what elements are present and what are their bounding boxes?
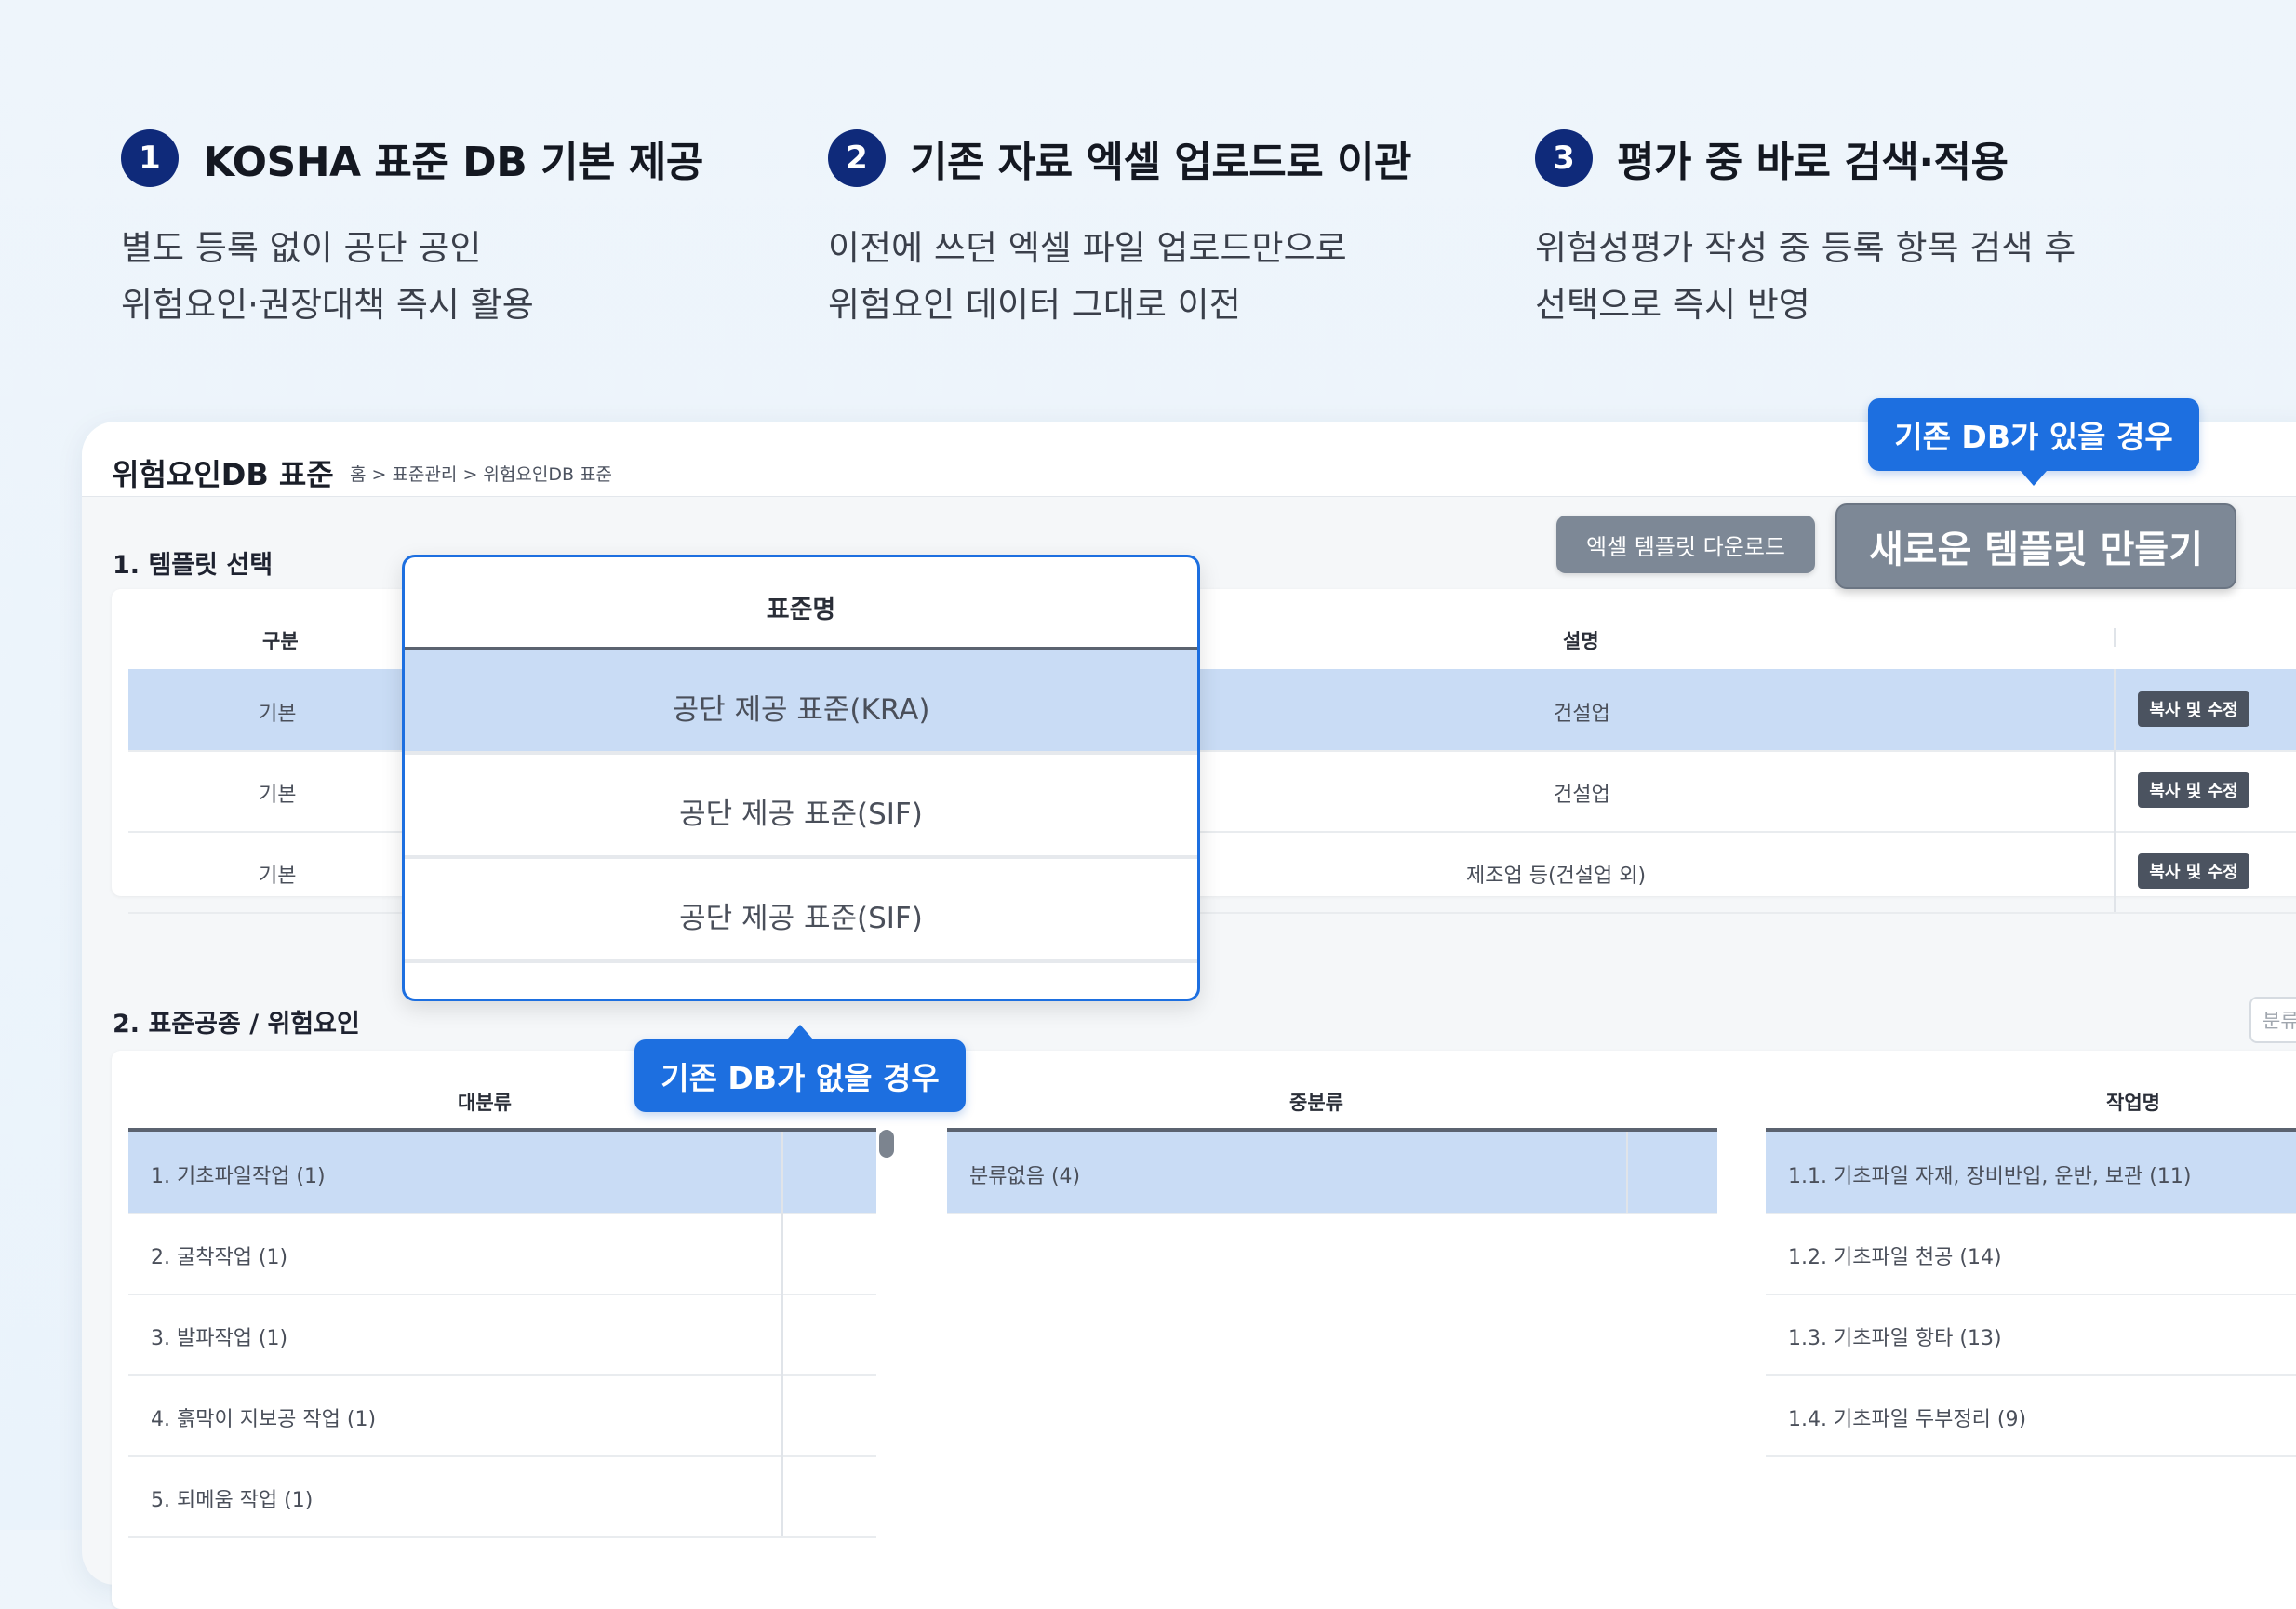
header-major: 대분류 — [458, 1092, 512, 1114]
task-item-label: 1.1. 기초파일 자재, 장비반입, 운반, 보관 (11) — [1788, 1165, 2192, 1188]
new-template-button[interactable]: 새로운 템플릿 만들기 — [1835, 503, 2236, 589]
major-item[interactable]: 1. 기초파일작업 (1) — [128, 1132, 876, 1214]
breadcrumb: 홈 > 표준관리 > 위험요인DB 표준 — [350, 464, 612, 485]
major-item[interactable]: 5. 되메움 작업 (1) — [128, 1455, 876, 1538]
popup-item[interactable]: 공단 제공 표준(KRA) — [405, 650, 1197, 755]
feature-title-3: 평가 중 바로 검색·적용 — [1617, 139, 2009, 186]
filter-input[interactable]: 분류 — [2249, 997, 2296, 1043]
task-item-label: 1.3. 기초파일 항타 (13) — [1788, 1327, 2002, 1350]
middle-item-label: 분류없음 (4) — [969, 1165, 1081, 1188]
template-section-title: 1. 템플릿 선택 — [113, 551, 274, 580]
column-divider — [781, 1374, 783, 1455]
popup-item[interactable]: 공단 제공 표준(SIF) — [405, 859, 1197, 963]
task-item-label: 1.2. 기초파일 천공 (14) — [1788, 1246, 2002, 1269]
task-item[interactable]: 1.4. 기초파일 두부정리 (9) — [1766, 1374, 2296, 1457]
major-item[interactable]: 4. 흙막이 지보공 작업 (1) — [128, 1374, 876, 1457]
copy-edit-button[interactable]: 복사 및 수정 — [2138, 853, 2249, 889]
column-divider — [781, 1294, 783, 1374]
major-item[interactable]: 2. 굴착작업 (1) — [128, 1213, 876, 1295]
feature-1: 1 KOSHA 표준 DB 기본 제공 별도 등록 없이 공단 공인 위험요인·… — [121, 128, 791, 333]
row-category: 기본 — [259, 703, 297, 726]
feature-desc-3b: 선택으로 즉시 반영 — [1535, 285, 1810, 325]
tooltip-has-db: 기존 DB가 있을 경우 — [1868, 398, 2199, 486]
task-item-label: 1.4. 기초파일 두부정리 (9) — [1788, 1408, 2027, 1431]
major-item-label: 4. 흙막이 지보공 작업 (1) — [151, 1408, 377, 1431]
popup-item[interactable]: 공단 제공 표준(SIF) — [405, 755, 1197, 859]
task-item[interactable]: 1.1. 기초파일 자재, 장비반입, 운반, 보관 (11) — [1766, 1132, 2296, 1214]
copy-edit-button[interactable]: 복사 및 수정 — [2138, 772, 2249, 808]
row-description: 제조업 등(건설업 외) — [1466, 865, 1647, 888]
page-title: 위험요인DB 표준 — [112, 457, 334, 492]
feature-desc-1a: 별도 등록 없이 공단 공인 — [121, 228, 482, 268]
process-section-title: 2. 표준공종 / 위험요인 — [113, 1010, 360, 1039]
column-divider — [781, 1455, 783, 1536]
scrollbar-thumb[interactable] — [879, 1130, 894, 1158]
popup-item-label: 공단 제공 표준(SIF) — [679, 798, 923, 831]
excel-template-download-button[interactable]: 엑셀 템플릿 다운로드 — [1556, 516, 1815, 573]
column-divider — [781, 1213, 783, 1294]
task-item[interactable]: 1.2. 기초파일 천공 (14) — [1766, 1213, 2296, 1295]
column-divider — [781, 1132, 783, 1213]
copy-edit-button[interactable]: 복사 및 수정 — [2138, 691, 2249, 727]
column-divider — [2114, 831, 2116, 912]
column-divider — [1626, 1132, 1628, 1213]
major-item[interactable]: 3. 발파작업 (1) — [128, 1294, 876, 1376]
row-category: 기본 — [259, 784, 297, 807]
standard-select-popup: 표준명 공단 제공 표준(KRA) 공단 제공 표준(SIF) 공단 제공 표준… — [402, 555, 1200, 1001]
major-item-label: 2. 굴착작업 (1) — [151, 1246, 288, 1269]
header-task: 작업명 — [2106, 1092, 2160, 1114]
major-item-label: 1. 기초파일작업 (1) — [151, 1165, 326, 1188]
header-middle: 중분류 — [1289, 1092, 1343, 1114]
step-number-1: 1 — [121, 129, 179, 187]
feature-desc-1b: 위험요인·권장대책 즉시 활용 — [121, 285, 534, 325]
major-item-label: 5. 되메움 작업 (1) — [151, 1489, 314, 1512]
feature-desc-2b: 위험요인 데이터 그대로 이전 — [828, 285, 1241, 325]
popup-header-label: 표준명 — [766, 596, 836, 624]
feature-desc-3a: 위험성평가 작성 중 등록 항목 검색 후 — [1535, 228, 2076, 268]
feature-2: 2 기존 자료 엑셀 업로드로 이관 이전에 쓰던 엑셀 파일 업로드만으로 위… — [828, 128, 1498, 333]
feature-3: 3 평가 중 바로 검색·적용 위험성평가 작성 중 등록 항목 검색 후 선택… — [1535, 128, 2205, 333]
feature-desc-2a: 이전에 쓰던 엑셀 파일 업로드만으로 — [828, 228, 1347, 268]
header-description: 설명 — [1563, 630, 1599, 652]
column-divider — [2114, 750, 2116, 831]
feature-title-2: 기존 자료 엑셀 업로드로 이관 — [910, 139, 1412, 186]
header-category: 구분 — [262, 630, 299, 652]
column-divider — [2114, 669, 2116, 750]
feature-title-1: KOSHA 표준 DB 기본 제공 — [203, 139, 703, 186]
step-number-3: 3 — [1535, 129, 1593, 187]
process-table: 대분류 중분류 작업명 1. 기초파일작업 (1) 2. 굴착작업 (1) 3.… — [112, 1051, 2296, 1609]
row-description: 건설업 — [1554, 784, 1610, 807]
popup-header: 표준명 — [405, 557, 1197, 650]
row-description: 건설업 — [1554, 703, 1610, 726]
column-divider — [2114, 628, 2116, 647]
popup-item-label: 공단 제공 표준(SIF) — [679, 902, 923, 935]
middle-item[interactable]: 분류없음 (4) — [947, 1132, 1717, 1214]
step-number-2: 2 — [828, 129, 886, 187]
popup-item-label: 공단 제공 표준(KRA) — [672, 693, 930, 727]
tooltip-no-db: 기존 DB가 없을 경우 — [634, 1025, 966, 1112]
major-item-label: 3. 발파작업 (1) — [151, 1327, 288, 1350]
row-category: 기본 — [259, 865, 297, 888]
task-item[interactable]: 1.3. 기초파일 항타 (13) — [1766, 1294, 2296, 1376]
